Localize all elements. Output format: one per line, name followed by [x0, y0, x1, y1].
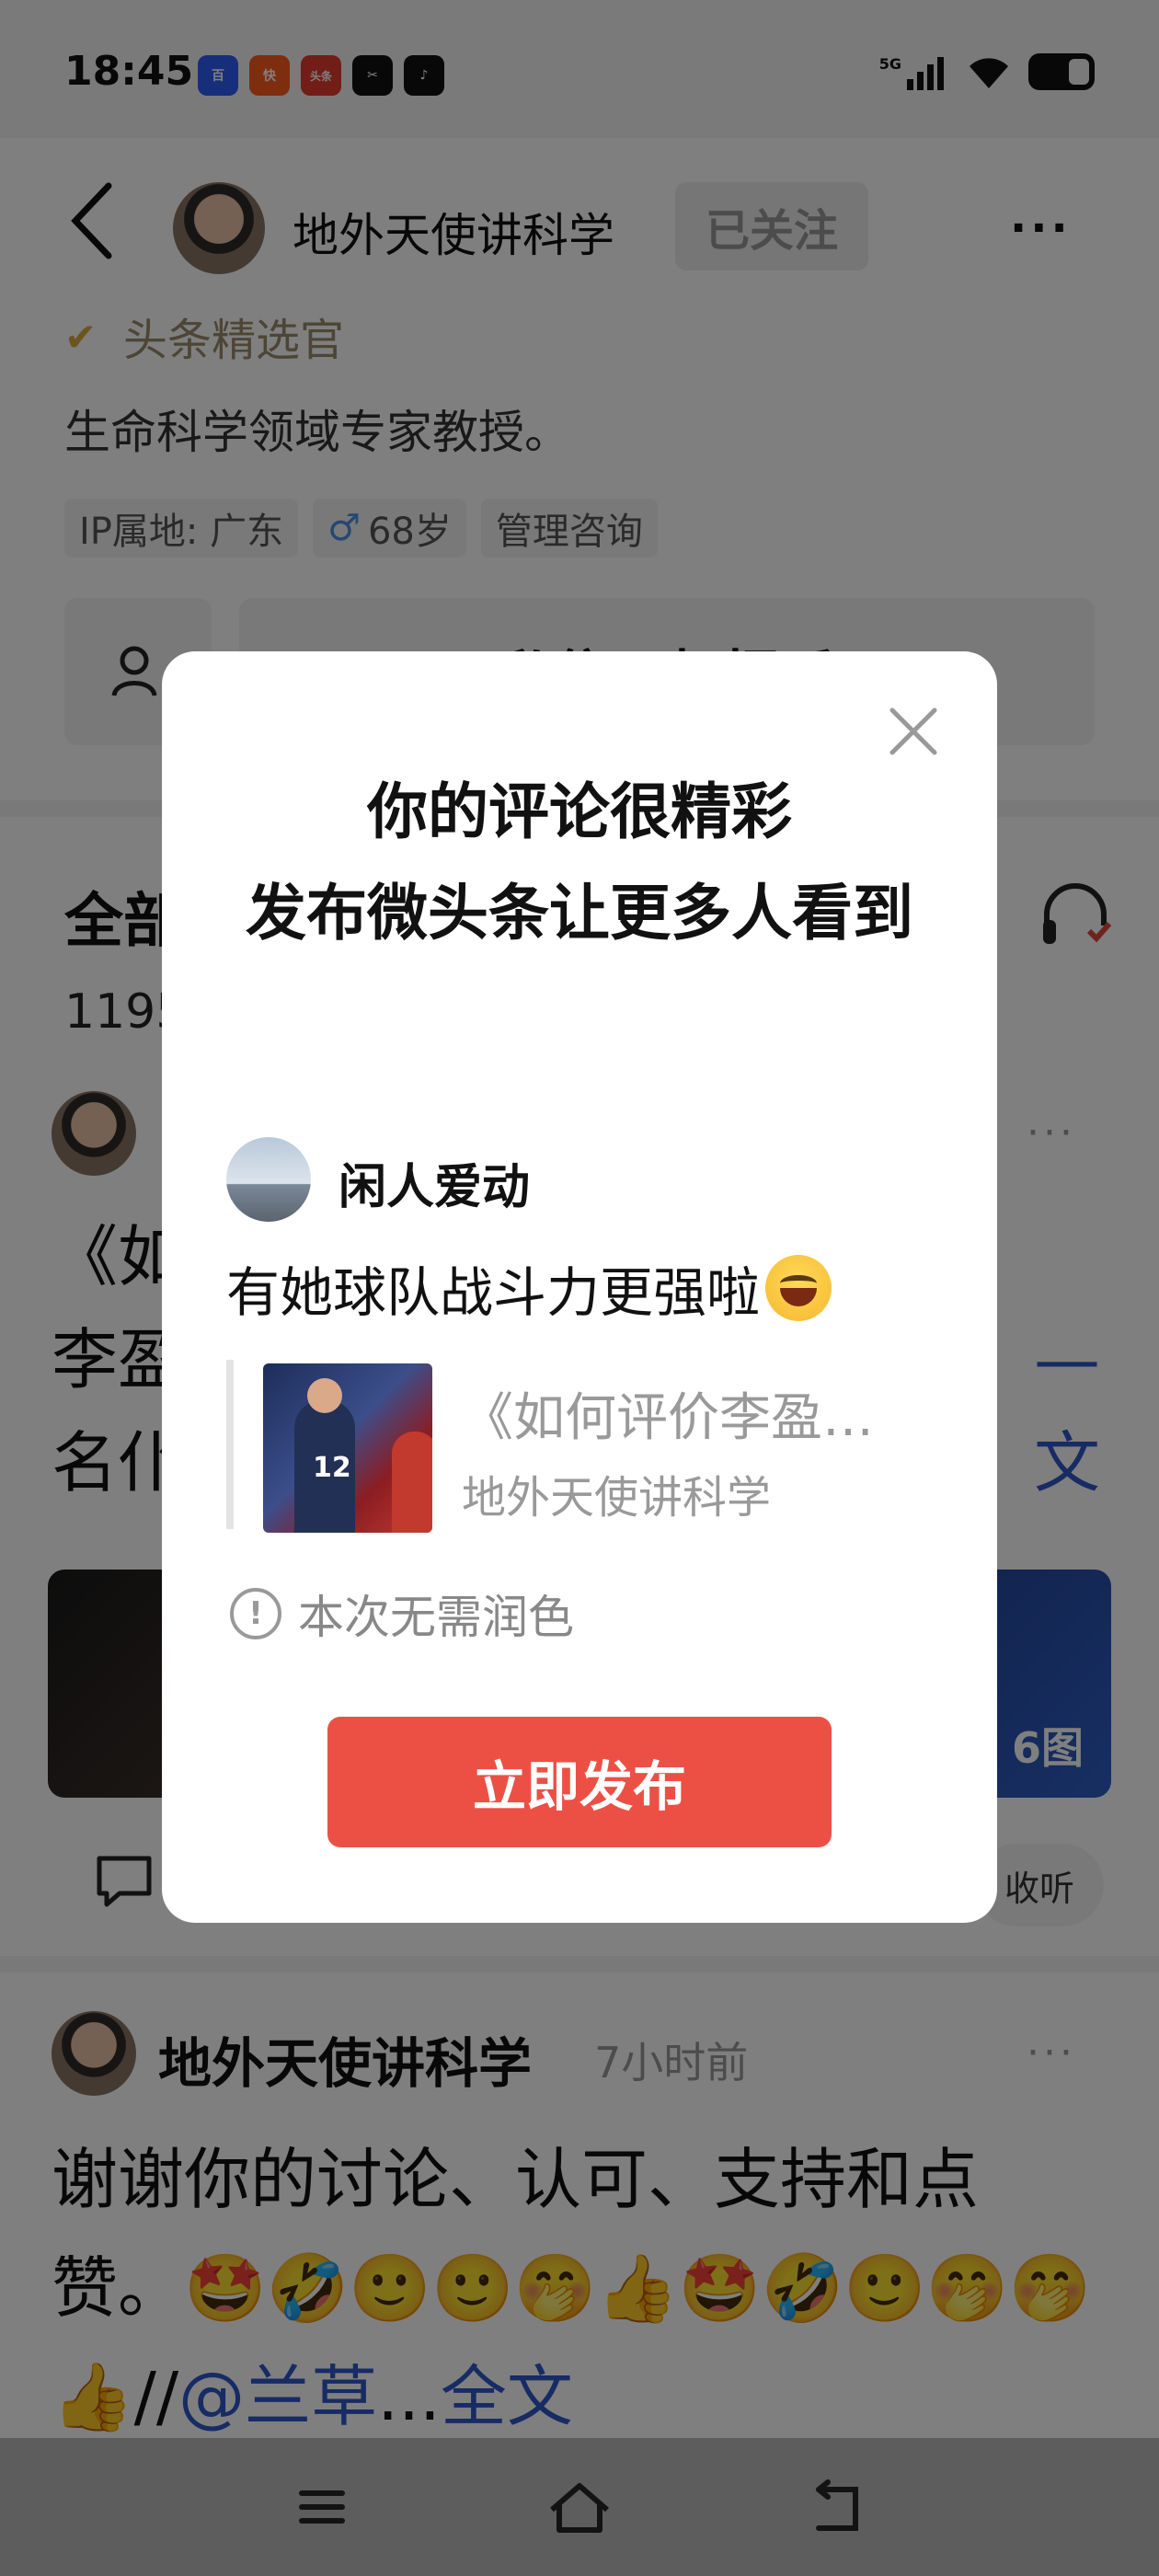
volleyball-player-figure — [392, 1432, 432, 1533]
dialog-title-line2: 发布微头条让更多人看到 — [246, 878, 913, 949]
polish-note-text: 本次无需润色 — [298, 1591, 574, 1644]
publish-now-button[interactable]: 立即发布 — [327, 1717, 832, 1847]
grinning-emoji-icon — [765, 1255, 832, 1321]
jersey-number: 12 — [313, 1452, 351, 1484]
comment-text: 有她球队战斗力更强啦 — [226, 1261, 761, 1324]
close-icon[interactable] — [885, 703, 942, 760]
quoted-article-title: 《如何评价李盈… — [462, 1388, 874, 1448]
nav-bar-dim — [0, 2438, 1159, 2576]
quoted-article-author: 地外天使讲科学 — [462, 1472, 772, 1524]
commenter-name: 闲人爱动 — [339, 1160, 531, 1215]
quoted-article: 12 《如何评价李盈… 地外天使讲科学 — [226, 1360, 944, 1533]
quoted-article-thumbnail: 12 — [263, 1363, 432, 1533]
commenter-avatar — [226, 1137, 311, 1222]
dialog-title: 你的评论很精彩 发布微头条让更多人看到 — [217, 762, 942, 964]
publish-dialog: 你的评论很精彩 发布微头条让更多人看到 闲人爱动 有她球队战斗力更强啦 12 《… — [162, 651, 997, 1923]
dialog-title-line1: 你的评论很精彩 — [367, 776, 792, 847]
polish-note: ! 本次无需润色 — [230, 1581, 574, 1647]
info-icon: ! — [230, 1588, 281, 1639]
comment-preview: 有她球队战斗力更强啦 — [226, 1249, 832, 1327]
